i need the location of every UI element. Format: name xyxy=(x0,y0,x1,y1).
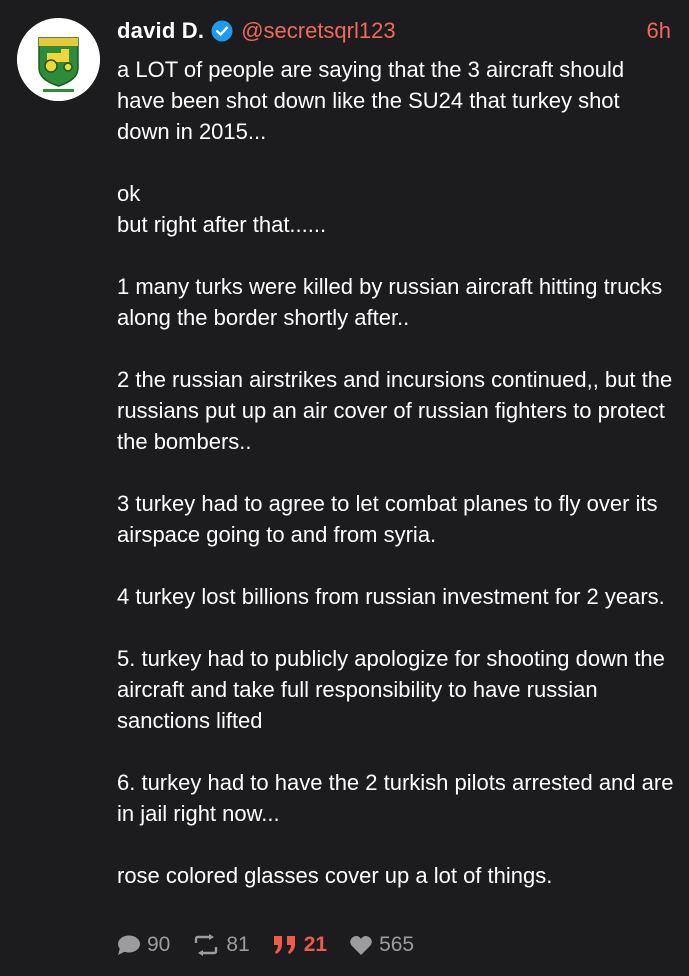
verified-badge-icon xyxy=(211,20,233,42)
quote-count: 21 xyxy=(303,933,328,956)
post-paragraph: but right after that...... xyxy=(117,212,327,237)
author-name[interactable]: david D. xyxy=(117,18,204,44)
post-paragraph: 1 many turks were killed by russian airc… xyxy=(117,274,663,330)
quote-icon xyxy=(273,936,295,954)
post-body: a LOT of people are saying that the 3 ai… xyxy=(117,54,677,891)
post-actions: 90 81 21 565 xyxy=(117,930,436,960)
repost-count: 81 xyxy=(226,933,250,956)
post-paragraph: a LOT of people are saying that the 3 ai… xyxy=(117,57,625,144)
heart-icon xyxy=(350,935,372,955)
repost-icon xyxy=(195,934,218,956)
post-paragraph: 6. turkey had to have the 2 turkish pilo… xyxy=(117,770,674,826)
reply-bubble-icon xyxy=(118,935,140,955)
post-paragraph: 3 turkey had to agree to let combat plan… xyxy=(117,491,658,547)
like-button[interactable]: 565 xyxy=(349,933,414,957)
repost-button[interactable]: 81 xyxy=(192,933,250,957)
post-paragraph: 4 turkey lost billions from russian inve… xyxy=(117,584,665,609)
reply-count: 90 xyxy=(147,933,171,956)
author-handle[interactable]: @secretsqrl123 xyxy=(241,18,395,44)
post-paragraph: rose colored glasses cover up a lot of t… xyxy=(117,863,553,888)
reply-button[interactable]: 90 xyxy=(117,933,170,957)
quote-button[interactable]: 21 xyxy=(272,933,327,957)
post-paragraph: ok xyxy=(117,181,141,206)
post-timestamp[interactable]: 6h xyxy=(647,18,671,44)
tractor-logo-icon xyxy=(17,18,100,101)
avatar[interactable] xyxy=(17,18,100,101)
post-header: david D. @secretsqrl123 6h xyxy=(117,14,671,48)
post-paragraph: 5. turkey had to publicly apologize for … xyxy=(117,646,665,733)
like-count: 565 xyxy=(379,933,415,956)
post-paragraph: 2 the russian airstrikes and incursions … xyxy=(117,367,673,454)
post-card: david D. @secretsqrl123 6h a LOT of peop… xyxy=(0,0,689,976)
